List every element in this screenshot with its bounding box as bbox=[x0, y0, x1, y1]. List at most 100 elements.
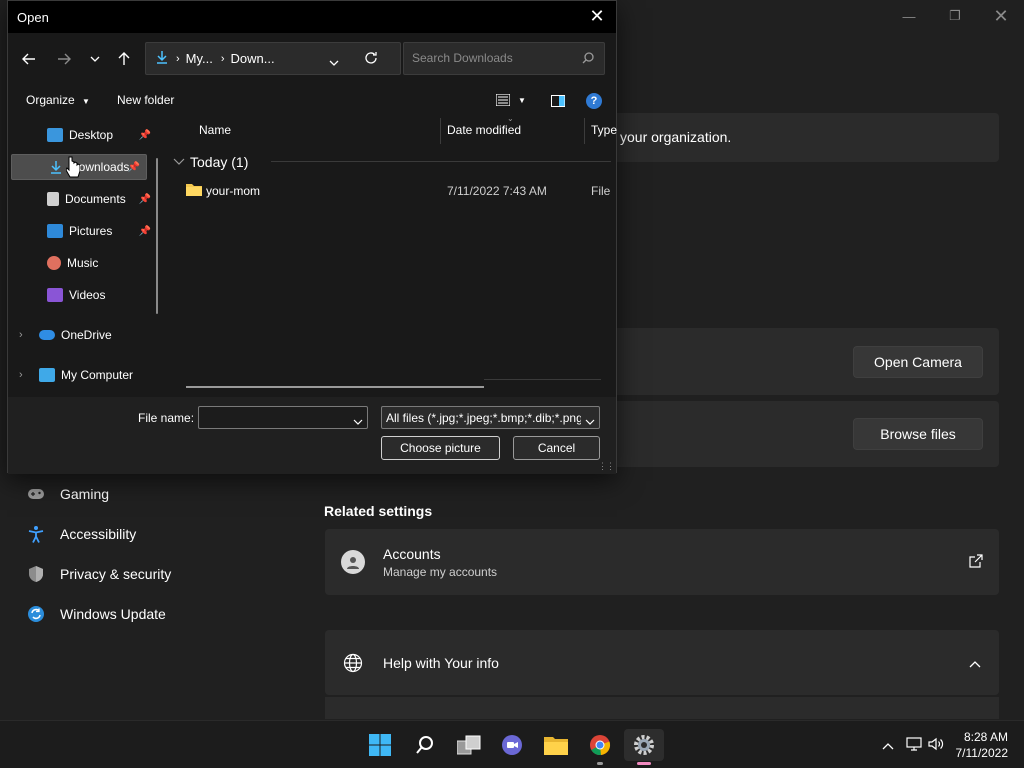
resize-grip-icon[interactable]: ⋮⋮ bbox=[598, 461, 615, 472]
windows-start-icon[interactable] bbox=[360, 729, 400, 761]
back-arrow-icon[interactable] bbox=[17, 47, 41, 71]
navigation-pane-scrollbar[interactable] bbox=[156, 158, 158, 314]
organize-button[interactable]: Organize ▼ bbox=[26, 93, 90, 107]
sort-indicator-icon: ⌄ bbox=[507, 114, 514, 123]
group-header[interactable]: Today (1) bbox=[190, 154, 248, 170]
sidebar-item-label: Videos bbox=[69, 288, 106, 302]
related-settings-heading: Related settings bbox=[324, 503, 433, 519]
column-header-name[interactable]: Name bbox=[199, 123, 231, 137]
maximize-icon[interactable]: ❐ bbox=[932, 0, 978, 32]
nav-item-windows-update[interactable]: Windows Update bbox=[24, 596, 166, 632]
close-icon[interactable]: ✕ bbox=[586, 6, 608, 27]
sidebar-item-pictures[interactable]: Pictures 📌 bbox=[47, 218, 157, 244]
group-divider bbox=[271, 161, 611, 162]
nav-item-accessibility[interactable]: Accessibility bbox=[24, 516, 136, 552]
search-icon[interactable] bbox=[582, 52, 594, 67]
teams-chat-icon[interactable] bbox=[492, 729, 532, 761]
sidebar-item-onedrive[interactable]: › OneDrive bbox=[19, 322, 157, 348]
nav-item-gaming[interactable]: Gaming bbox=[24, 476, 109, 512]
organize-label: Organize bbox=[26, 93, 75, 107]
sidebar-item-documents[interactable]: Documents 📌 bbox=[47, 186, 157, 212]
clock-date: 7/11/2022 bbox=[955, 746, 1009, 760]
choose-picture-button[interactable]: Choose picture bbox=[381, 436, 500, 460]
expand-chevron-icon[interactable]: › bbox=[19, 329, 35, 341]
accounts-subtitle: Manage my accounts bbox=[383, 565, 498, 579]
sidebar-item-label: Music bbox=[67, 256, 99, 270]
column-header-type[interactable]: Type bbox=[591, 123, 617, 137]
column-divider[interactable] bbox=[440, 118, 441, 144]
dialog-title-bar: Open ✕ bbox=[8, 1, 616, 33]
nav-item-privacy[interactable]: Privacy & security bbox=[24, 556, 171, 592]
file-name-field[interactable] bbox=[198, 406, 368, 429]
forward-arrow-icon[interactable] bbox=[52, 47, 76, 71]
accessibility-icon bbox=[24, 525, 48, 543]
settings-icon[interactable] bbox=[624, 729, 664, 765]
network-icon[interactable] bbox=[905, 736, 922, 754]
address-bar[interactable]: › My... › Down... bbox=[145, 42, 401, 75]
close-window-icon[interactable]: ✕ bbox=[978, 0, 1024, 32]
external-link-icon bbox=[969, 554, 983, 571]
horizontal-scrollbar-track bbox=[484, 379, 601, 380]
sidebar-item-music[interactable]: Music bbox=[47, 250, 157, 276]
address-dropdown-icon[interactable] bbox=[329, 54, 339, 69]
file-type-filter-select[interactable]: All files (*.jpg;*.jpeg;*.bmp;*.dib;*.pn… bbox=[381, 406, 600, 429]
documents-icon bbox=[47, 192, 59, 206]
minimize-icon[interactable]: — bbox=[886, 0, 932, 32]
file-name-cell: your-mom bbox=[206, 184, 261, 198]
accounts-link[interactable]: Accounts Manage my accounts bbox=[325, 529, 999, 595]
cancel-button[interactable]: Cancel bbox=[513, 436, 600, 460]
dialog-title: Open bbox=[17, 10, 49, 25]
horizontal-scrollbar[interactable] bbox=[186, 386, 484, 388]
chevron-down-icon[interactable] bbox=[353, 414, 363, 428]
running-indicator bbox=[597, 762, 603, 765]
file-name-label: File name: bbox=[138, 411, 195, 425]
chevron-down-icon: ▼ bbox=[82, 97, 90, 106]
refresh-icon[interactable] bbox=[364, 51, 378, 68]
column-divider[interactable] bbox=[584, 118, 585, 144]
nav-item-label: Gaming bbox=[60, 486, 110, 502]
org-notice-card: your organization. bbox=[605, 113, 999, 162]
chrome-icon[interactable] bbox=[580, 729, 620, 765]
globe-icon bbox=[343, 653, 363, 676]
pictures-icon bbox=[47, 224, 63, 238]
videos-icon bbox=[47, 288, 63, 302]
preview-pane-icon[interactable] bbox=[551, 95, 565, 110]
sidebar-item-my-computer[interactable]: › My Computer bbox=[19, 362, 157, 388]
sidebar-item-videos[interactable]: Videos bbox=[47, 282, 157, 308]
table-row[interactable]: your-mom 7/11/2022 7:43 AM File fo bbox=[166, 180, 611, 202]
breadcrumb-item[interactable]: My... bbox=[186, 51, 213, 66]
org-notice-text: your organization. bbox=[620, 129, 732, 145]
browse-files-button[interactable]: Browse files bbox=[853, 418, 983, 450]
expand-chevron-icon[interactable]: › bbox=[19, 369, 35, 381]
search-icon[interactable] bbox=[405, 729, 445, 761]
search-box bbox=[403, 42, 605, 75]
mouse-cursor-icon bbox=[65, 156, 81, 181]
file-explorer-icon[interactable] bbox=[536, 729, 576, 761]
chevron-up-icon bbox=[969, 656, 981, 671]
volume-icon[interactable] bbox=[927, 737, 944, 754]
up-arrow-icon[interactable] bbox=[112, 47, 136, 71]
navigation-bar: › My... › Down... bbox=[8, 41, 616, 77]
nav-item-label: Accessibility bbox=[60, 526, 137, 542]
breadcrumb-separator-icon: › bbox=[176, 52, 180, 65]
group-collapse-chevron-icon[interactable] bbox=[173, 154, 185, 169]
music-icon bbox=[47, 256, 61, 270]
help-section-header[interactable]: Help with Your info bbox=[325, 630, 999, 695]
view-options-icon[interactable]: ▼ bbox=[496, 94, 526, 106]
sidebar-item-desktop[interactable]: Desktop 📌 bbox=[47, 122, 157, 148]
open-camera-button[interactable]: Open Camera bbox=[853, 346, 983, 378]
sidebar-item-label: OneDrive bbox=[61, 328, 112, 342]
pin-icon: 📌 bbox=[127, 161, 140, 173]
help-icon[interactable]: ? bbox=[586, 93, 602, 109]
breadcrumb-item[interactable]: Down... bbox=[231, 51, 275, 66]
sidebar-item-label: Desktop bbox=[69, 128, 114, 142]
clock[interactable]: 8:28 AM 7/11/2022 bbox=[956, 729, 1009, 761]
file-type-cell: File fo bbox=[591, 184, 611, 198]
chevron-up-icon[interactable] bbox=[882, 738, 894, 753]
search-input[interactable] bbox=[412, 51, 572, 65]
column-header-date-modified[interactable]: Date modified bbox=[447, 123, 521, 137]
task-view-icon[interactable] bbox=[449, 729, 489, 761]
new-folder-button[interactable]: New folder bbox=[117, 93, 174, 107]
recent-locations-chevron-icon[interactable] bbox=[83, 47, 107, 71]
nav-item-label: Privacy & security bbox=[60, 566, 172, 582]
